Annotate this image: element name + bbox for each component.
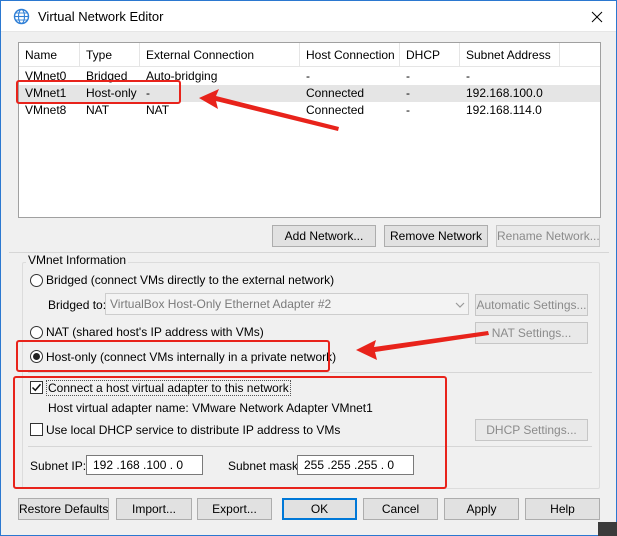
cell-name: VMnet8 bbox=[25, 103, 67, 117]
table-row[interactable]: VMnet0 Bridged Auto-bridging - - - bbox=[19, 68, 600, 85]
add-network-button[interactable]: Add Network... bbox=[272, 225, 376, 247]
dhcp-label[interactable]: Use local DHCP service to distribute IP … bbox=[46, 423, 340, 437]
subnet-mask-input[interactable]: 255 .255 .255 . 0 bbox=[297, 455, 414, 475]
adapter-name-text: Host virtual adapter name: VMware Networ… bbox=[48, 401, 373, 415]
virtual-network-editor-window: Virtual Network Editor Name Type Externa… bbox=[0, 0, 617, 536]
cell-subnet-address: - bbox=[466, 69, 470, 83]
network-table: Name Type External Connection Host Conne… bbox=[18, 42, 601, 218]
cell-type: NAT bbox=[86, 103, 110, 117]
column-header-host-connection[interactable]: Host Connection bbox=[300, 43, 400, 67]
cell-external-connection: - bbox=[146, 86, 150, 100]
cancel-button[interactable]: Cancel bbox=[363, 498, 438, 520]
apply-button[interactable]: Apply bbox=[444, 498, 519, 520]
bridged-radio[interactable] bbox=[30, 274, 43, 287]
cell-host-connection: Connected bbox=[306, 86, 365, 100]
cell-host-connection: - bbox=[306, 69, 310, 83]
window-title: Virtual Network Editor bbox=[38, 9, 164, 24]
ok-button[interactable]: OK bbox=[282, 498, 357, 520]
divider bbox=[28, 372, 592, 373]
cell-dhcp: - bbox=[406, 86, 410, 100]
cell-subnet-address: 192.168.114.0 bbox=[466, 103, 542, 117]
table-row[interactable]: VMnet8 NAT NAT Connected - 192.168.114.0 bbox=[19, 102, 600, 119]
background-window-edge bbox=[598, 522, 617, 536]
nat-label[interactable]: NAT (shared host's IP address with VMs) bbox=[46, 325, 264, 339]
subnet-ip-input[interactable]: 192 .168 .100 . 0 bbox=[86, 455, 203, 475]
dhcp-settings-button[interactable]: DHCP Settings... bbox=[475, 419, 588, 441]
subnet-ip-label: Subnet IP: bbox=[30, 459, 87, 473]
remove-network-button[interactable]: Remove Network bbox=[384, 225, 488, 247]
bridged-to-value: VirtualBox Host-Only Ethernet Adapter #2 bbox=[110, 297, 332, 311]
column-header-type[interactable]: Type bbox=[80, 43, 140, 67]
import-button[interactable]: Import... bbox=[116, 498, 192, 520]
rename-network-button[interactable]: Rename Network... bbox=[496, 225, 600, 247]
cell-dhcp: - bbox=[406, 103, 410, 117]
connect-adapter-label[interactable]: Connect a host virtual adapter to this n… bbox=[46, 380, 291, 396]
bridged-to-select[interactable]: VirtualBox Host-Only Ethernet Adapter #2 bbox=[105, 293, 469, 315]
column-header-name[interactable]: Name bbox=[19, 43, 80, 67]
chevron-down-icon bbox=[455, 299, 465, 313]
column-header-subnet-address[interactable]: Subnet Address bbox=[460, 43, 560, 67]
table-header: Name Type External Connection Host Conne… bbox=[19, 43, 600, 67]
bridged-label[interactable]: Bridged (connect VMs directly to the ext… bbox=[46, 273, 334, 287]
column-header-external-connection[interactable]: External Connection bbox=[140, 43, 300, 67]
close-icon bbox=[591, 11, 603, 23]
subnet-mask-label: Subnet mask: bbox=[228, 459, 302, 473]
title-bar[interactable]: Virtual Network Editor bbox=[1, 1, 616, 32]
cell-type: Bridged bbox=[86, 69, 128, 83]
host-only-radio[interactable] bbox=[30, 350, 43, 363]
checkmark-icon bbox=[31, 383, 42, 392]
host-only-label[interactable]: Host-only (connect VMs internally in a p… bbox=[46, 350, 336, 364]
dhcp-checkbox[interactable] bbox=[30, 423, 43, 436]
cell-type: Host-only bbox=[86, 86, 137, 100]
nat-radio[interactable] bbox=[30, 326, 43, 339]
cell-external-connection: Auto-bridging bbox=[146, 69, 218, 83]
automatic-settings-button[interactable]: Automatic Settings... bbox=[475, 294, 588, 316]
nat-settings-button[interactable]: NAT Settings... bbox=[475, 322, 588, 344]
cell-external-connection: NAT bbox=[146, 103, 170, 117]
cell-dhcp: - bbox=[406, 69, 410, 83]
divider bbox=[28, 446, 592, 447]
bridged-to-label: Bridged to: bbox=[48, 298, 107, 312]
help-button[interactable]: Help bbox=[525, 498, 600, 520]
cell-name: VMnet0 bbox=[25, 69, 67, 83]
globe-icon bbox=[13, 8, 30, 25]
cell-host-connection: Connected bbox=[306, 103, 365, 117]
vmnet-information-label: VMnet Information bbox=[26, 253, 129, 267]
cell-name: VMnet1 bbox=[25, 86, 67, 100]
cell-subnet-address: 192.168.100.0 bbox=[466, 86, 543, 100]
table-row-selected[interactable]: VMnet1 Host-only - Connected - 192.168.1… bbox=[19, 85, 600, 102]
restore-defaults-button[interactable]: Restore Defaults bbox=[18, 498, 109, 520]
connect-adapter-checkbox[interactable] bbox=[30, 381, 43, 394]
radio-selected-dot bbox=[33, 353, 40, 360]
export-button[interactable]: Export... bbox=[197, 498, 272, 520]
close-button[interactable] bbox=[579, 2, 615, 31]
column-header-dhcp[interactable]: DHCP bbox=[400, 43, 460, 67]
